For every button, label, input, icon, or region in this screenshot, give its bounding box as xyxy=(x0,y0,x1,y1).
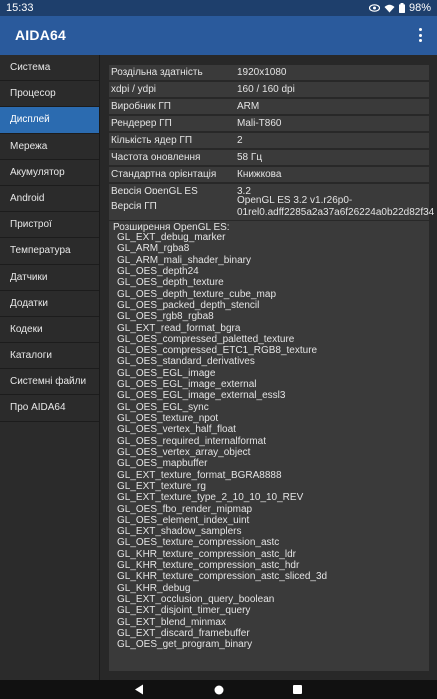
sidebar-item-thermal[interactable]: Температура xyxy=(0,238,99,265)
info-row: Кількість ядер ГП 2 xyxy=(109,133,429,148)
list-item: GL_OES_required_internalformat xyxy=(117,435,266,447)
sidebar-item-system[interactable]: Система xyxy=(0,55,99,82)
list-item: GL_EXT_texture_rg xyxy=(117,480,206,492)
list-item: GL_OES_compressed_paletted_texture xyxy=(117,333,295,345)
info-key: Частота оновлення xyxy=(111,152,201,163)
overflow-menu-icon[interactable] xyxy=(415,26,425,44)
sidebar-item-devices[interactable]: Пристрої xyxy=(0,212,99,239)
list-item: GL_ARM_rgba8 xyxy=(117,243,190,255)
sidebar-item-system-files[interactable]: Системні файли xyxy=(0,369,99,396)
sidebar-item-about[interactable]: Про AIDA64 xyxy=(0,395,99,422)
info-row: Версія ГП OpenGL ES 3.2 v1.r26p0-01rel0.… xyxy=(109,194,435,220)
eye-icon xyxy=(368,4,380,12)
list-item: GL_EXT_shadow_samplers xyxy=(117,526,242,538)
extensions-list: GL_EXT_debug_marker GL_ARM_rgba8 GL_ARM_… xyxy=(117,232,327,651)
list-item: GL_KHR_debug xyxy=(117,582,191,594)
list-item: GL_EXT_read_format_bgra xyxy=(117,322,241,334)
list-item: GL_OES_mapbuffer xyxy=(117,458,208,470)
list-item: GL_OES_compressed_ETC1_RGB8_texture xyxy=(117,345,318,357)
list-item: GL_OES_packed_depth_stencil xyxy=(117,299,260,311)
info-key: xdpi / ydpi xyxy=(111,84,157,95)
info-key: Роздільна здатність xyxy=(111,67,203,78)
sidebar-item-sensors[interactable]: Датчики xyxy=(0,265,99,291)
list-item: GL_OES_vertex_half_float xyxy=(117,424,236,436)
list-item: GL_KHR_texture_compression_astc_ldr xyxy=(117,548,296,560)
system-nav-bar xyxy=(0,680,437,699)
list-item: GL_OES_EGL_image_external_essl3 xyxy=(117,390,286,402)
sidebar-item-battery[interactable]: Акумулятор xyxy=(0,160,99,186)
list-item: GL_OES_EGL_sync xyxy=(117,401,209,413)
display-info-panel[interactable]: Роздільна здатність 1920x1080 xdpi / ydp… xyxy=(101,55,437,680)
list-item: GL_OES_depth_texture_cube_map xyxy=(117,288,276,300)
info-row: Стандартна орієнтація Книжкова xyxy=(109,167,429,182)
info-row: Виробник ГП ARM xyxy=(109,99,429,114)
info-row: Рендерер ГП Mali-T860 xyxy=(109,116,429,131)
list-item: GL_EXT_occlusion_query_boolean xyxy=(117,594,275,605)
sidebar-item-apps[interactable]: Додатки xyxy=(0,291,99,317)
battery-level: 98% xyxy=(408,2,431,14)
info-key: Виробник ГП xyxy=(111,101,171,112)
sidebar-item-network[interactable]: Мережа xyxy=(0,134,99,160)
list-item: GL_OES_texture_npot xyxy=(117,413,219,424)
list-item: GL_EXT_texture_type_2_10_10_10_REV xyxy=(117,492,304,504)
list-item: GL_OES_EGL_image xyxy=(117,367,216,379)
sidebar-item-android[interactable]: Android xyxy=(0,186,99,213)
list-item: GL_OES_element_index_uint xyxy=(117,514,250,526)
opengl-extensions-block: Розширення OpenGL ES: GL_EXT_debug_marke… xyxy=(109,221,429,671)
info-key: Кількість ядер ГП xyxy=(111,135,193,146)
list-item: GL_EXT_texture_format_BGRA8888 xyxy=(117,469,282,481)
info-value: 1920x1080 xyxy=(237,67,287,78)
back-icon[interactable] xyxy=(124,680,154,699)
info-value: 160 / 160 dpi xyxy=(237,84,295,95)
status-icons: 98% xyxy=(368,2,431,14)
status-time: 15:33 xyxy=(6,2,34,14)
list-item: GL_OES_rgb8_rgba8 xyxy=(117,311,214,323)
list-item: GL_OES_depth_texture xyxy=(117,277,224,289)
info-key: Версія ГП xyxy=(111,201,157,212)
list-item: GL_OES_texture_compression_astc xyxy=(117,537,280,549)
list-item: GL_EXT_disjoint_timer_query xyxy=(117,605,251,617)
sidebar-item-display[interactable]: Дисплей xyxy=(0,107,99,134)
info-value: Mali-T860 xyxy=(237,118,282,129)
sidebar-item-codecs[interactable]: Кодеки xyxy=(0,317,99,344)
list-item: GL_OES_vertex_array_object xyxy=(117,446,251,458)
battery-icon xyxy=(398,3,405,13)
info-value: Книжкова xyxy=(237,169,282,180)
info-value: 2 xyxy=(237,135,243,146)
list-item: GL_OES_get_program_binary xyxy=(117,639,253,651)
list-item: GL_ARM_mali_shader_binary xyxy=(117,254,251,266)
list-item: GL_OES_EGL_image_external xyxy=(117,379,257,391)
info-key: Рендерер ГП xyxy=(111,118,172,129)
list-item: GL_OES_fbo_render_mipmap xyxy=(117,503,253,515)
wifi-icon xyxy=(384,4,395,13)
info-key: Стандартна орієнтація xyxy=(111,169,217,180)
sidebar-item-cpu[interactable]: Процесор xyxy=(0,81,99,108)
info-row: xdpi / ydpi 160 / 160 dpi xyxy=(109,82,429,97)
recents-icon[interactable] xyxy=(282,680,312,699)
info-value: ARM xyxy=(237,101,260,112)
list-item: GL_EXT_debug_marker xyxy=(117,232,226,243)
list-item: GL_OES_depth24 xyxy=(117,265,199,277)
info-row: Частота оновлення 58 Гц xyxy=(109,150,429,165)
list-item: GL_KHR_texture_compression_astc_hdr xyxy=(117,560,300,572)
list-item: GL_EXT_discard_framebuffer xyxy=(117,627,250,639)
info-value: OpenGL ES 3.2 v1.r26p0-01rel0.adff2285a2… xyxy=(237,195,435,218)
list-item: GL_OES_standard_derivatives xyxy=(117,356,255,368)
list-item: GL_EXT_blend_minmax xyxy=(117,616,226,628)
home-icon[interactable] xyxy=(204,680,234,699)
info-row: Роздільна здатність 1920x1080 xyxy=(109,65,429,80)
app-bar: AIDA64 xyxy=(0,16,437,55)
sidebar: Система Процесор Дисплей Мережа Акумулят… xyxy=(0,55,100,680)
app-title: AIDA64 xyxy=(15,27,66,43)
info-value: 58 Гц xyxy=(237,152,263,163)
sidebar-item-directories[interactable]: Каталоги xyxy=(0,343,99,370)
list-item: GL_KHR_texture_compression_astc_sliced_3… xyxy=(117,571,328,583)
status-bar: 15:33 98% xyxy=(0,0,437,16)
